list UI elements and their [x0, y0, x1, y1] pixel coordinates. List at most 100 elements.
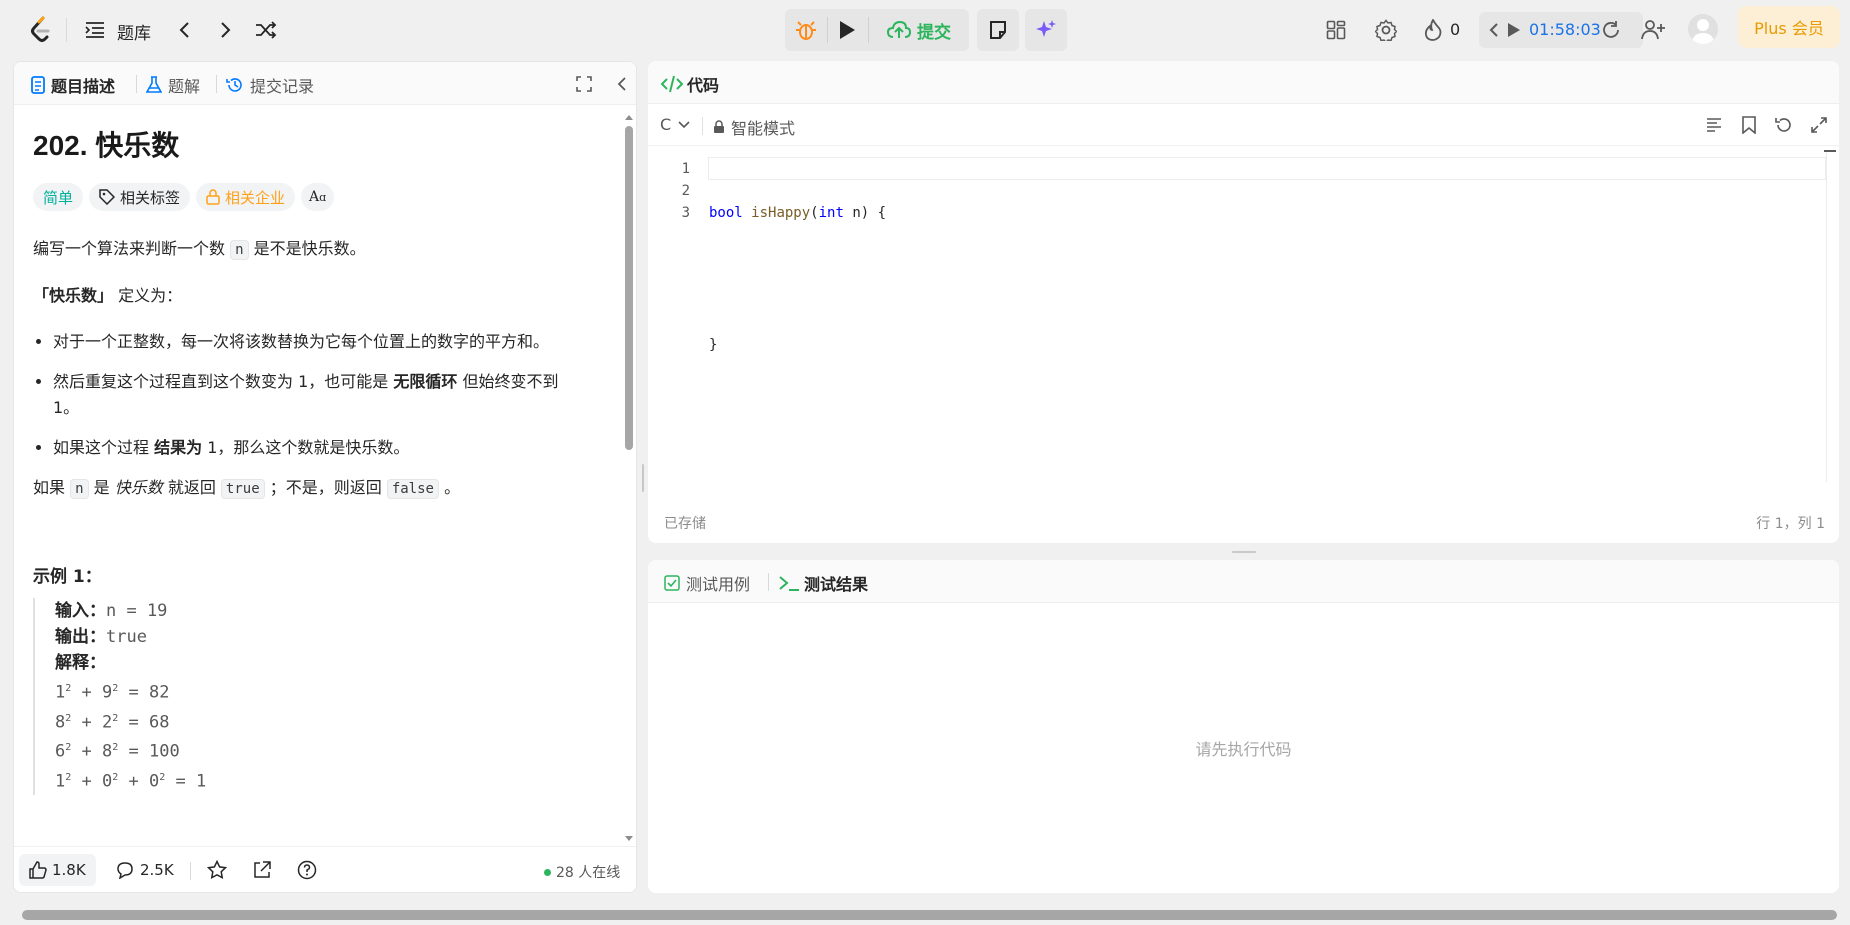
- leetcode-logo-icon[interactable]: [26, 15, 56, 45]
- problems-label[interactable]: 题库: [117, 19, 151, 44]
- digit: 9: [102, 682, 113, 703]
- language-select[interactable]: C: [660, 115, 691, 134]
- plus-membership-button[interactable]: Plus 会员: [1738, 6, 1840, 48]
- code-editor[interactable]: 1 2 3 bool isHappy(int n) { }: [648, 145, 1839, 485]
- format-code-icon[interactable]: [1704, 115, 1724, 135]
- divider: [66, 18, 67, 42]
- fullscreen-icon[interactable]: [574, 74, 594, 94]
- tab-description[interactable]: 题目描述: [31, 73, 115, 97]
- desc-text: 是不是快乐数。: [253, 239, 366, 258]
- difficulty-badge[interactable]: 简单: [33, 183, 84, 211]
- translate-button[interactable]: Aɑ: [301, 183, 335, 211]
- desc-text: 定义为：: [113, 286, 183, 305]
- list-item: 对于一个正整数，每一次将该数替换为它每个位置上的数字的平方和。: [53, 329, 573, 355]
- like-button[interactable]: 1.8K: [19, 854, 96, 886]
- chevron-down-icon: [677, 120, 691, 130]
- expand-editor-icon[interactable]: [1809, 115, 1829, 135]
- streak-fire-icon[interactable]: [1422, 18, 1444, 42]
- page-horizontal-scrollbar[interactable]: [0, 906, 1850, 925]
- ai-assistant-button[interactable]: [1025, 9, 1067, 51]
- divider: [216, 75, 217, 93]
- timer-collapse-icon[interactable]: [1486, 20, 1502, 40]
- desc-strong: 结果为: [154, 438, 203, 457]
- explain-line: 62 + 82 = 100: [55, 741, 180, 762]
- desc-text: 1，那么这个数就是快乐数。: [202, 438, 410, 457]
- problem-list-icon[interactable]: [84, 19, 106, 41]
- online-count: 28 人在线: [556, 865, 621, 881]
- definition-list: 对于一个正整数，每一次将该数替换为它每个位置上的数字的平方和。 然后重复这个过程…: [33, 329, 573, 461]
- topics-tag[interactable]: 相关标签: [89, 183, 191, 211]
- next-problem-icon[interactable]: [214, 18, 238, 42]
- tab-label: 题目描述: [51, 77, 116, 96]
- share-icon[interactable]: [251, 859, 273, 881]
- desc-text: 如果这个过程: [53, 438, 155, 457]
- submit-button[interactable]: 提交: [874, 13, 964, 47]
- online-dot-icon: [544, 868, 551, 876]
- desc-text: 就返回: [162, 478, 221, 497]
- editor-status-bar: 已存储 行 1，列 1: [648, 501, 1839, 543]
- tab-solutions[interactable]: 题解: [146, 73, 200, 97]
- desc-strong: 「快乐数」: [33, 286, 114, 305]
- tab-label: 题解: [168, 77, 201, 96]
- example-explain: 解释：: [55, 650, 553, 676]
- tab-testcases[interactable]: 测试用例: [664, 571, 750, 595]
- timer-reset-icon[interactable]: [1600, 19, 1622, 41]
- companies-tag[interactable]: 相关企业: [196, 183, 296, 211]
- example-value: n = 19: [106, 601, 168, 621]
- note-button[interactable]: [977, 9, 1019, 51]
- divider: [702, 117, 703, 135]
- avatar[interactable]: [1688, 14, 1718, 44]
- code-tab-label: 代码: [687, 76, 720, 95]
- code-keyword: bool: [709, 205, 743, 221]
- tab-testresults[interactable]: 测试结果: [778, 571, 868, 595]
- horizontal-resize-handle[interactable]: [640, 464, 645, 492]
- scrollbar-thumb[interactable]: [625, 126, 633, 450]
- bookmark-icon[interactable]: [1739, 115, 1759, 135]
- digit: 8: [55, 712, 66, 733]
- comments-button[interactable]: 2.5K: [110, 854, 180, 886]
- digit: 0: [149, 771, 160, 792]
- streak-count: 0: [1450, 20, 1461, 39]
- timer-play-icon[interactable]: [1506, 20, 1522, 40]
- layout-icon[interactable]: [1324, 18, 1348, 42]
- description-scrollbar[interactable]: [623, 112, 635, 844]
- desc-em: 快乐数: [114, 478, 163, 497]
- scroll-up-icon[interactable]: [623, 112, 635, 122]
- plus-label: Plus 会员: [1754, 19, 1824, 38]
- scrollbar-thumb[interactable]: [22, 910, 1837, 920]
- code-tab[interactable]: 代码: [661, 72, 719, 96]
- divider: [136, 75, 137, 93]
- debug-icon[interactable]: [793, 17, 819, 43]
- invite-user-icon[interactable]: [1640, 18, 1666, 42]
- superscript: 2: [112, 771, 119, 783]
- run-icon[interactable]: [834, 17, 860, 43]
- comment-count: 2.5K: [140, 861, 174, 879]
- code-line: bool isHappy(int n) {: [709, 202, 886, 224]
- collapse-panel-icon[interactable]: [612, 74, 632, 94]
- digit: 1: [55, 682, 66, 703]
- prev-problem-icon[interactable]: [172, 18, 196, 42]
- vertical-resize-handle[interactable]: [1232, 550, 1256, 554]
- editor-vertical-rule: [1826, 152, 1827, 482]
- example-label: 输出：: [55, 627, 106, 646]
- tab-submissions[interactable]: 提交记录: [226, 73, 314, 97]
- language-value: C: [660, 115, 672, 134]
- smart-mode-toggle[interactable]: 智能模式: [713, 115, 795, 139]
- divider: [190, 862, 191, 880]
- like-count: 1.8K: [52, 861, 86, 879]
- code-function: isHappy: [751, 205, 811, 221]
- favorite-star-icon[interactable]: [206, 859, 228, 881]
- line-gutter: 1 2 3: [648, 158, 690, 224]
- desc-text: 是: [88, 478, 115, 497]
- settings-gear-icon[interactable]: [1374, 18, 1398, 42]
- shuffle-icon[interactable]: [254, 18, 278, 42]
- help-icon[interactable]: [296, 859, 318, 881]
- translate-icon: Aɑ: [309, 189, 327, 205]
- superscript: 2: [65, 712, 72, 724]
- sum: 100: [149, 741, 180, 762]
- superscript: 2: [65, 683, 72, 694]
- tab-label: 提交记录: [250, 77, 315, 96]
- code-brackets-icon: [661, 75, 683, 93]
- reset-code-icon[interactable]: [1774, 115, 1794, 135]
- scroll-down-icon[interactable]: [623, 834, 635, 844]
